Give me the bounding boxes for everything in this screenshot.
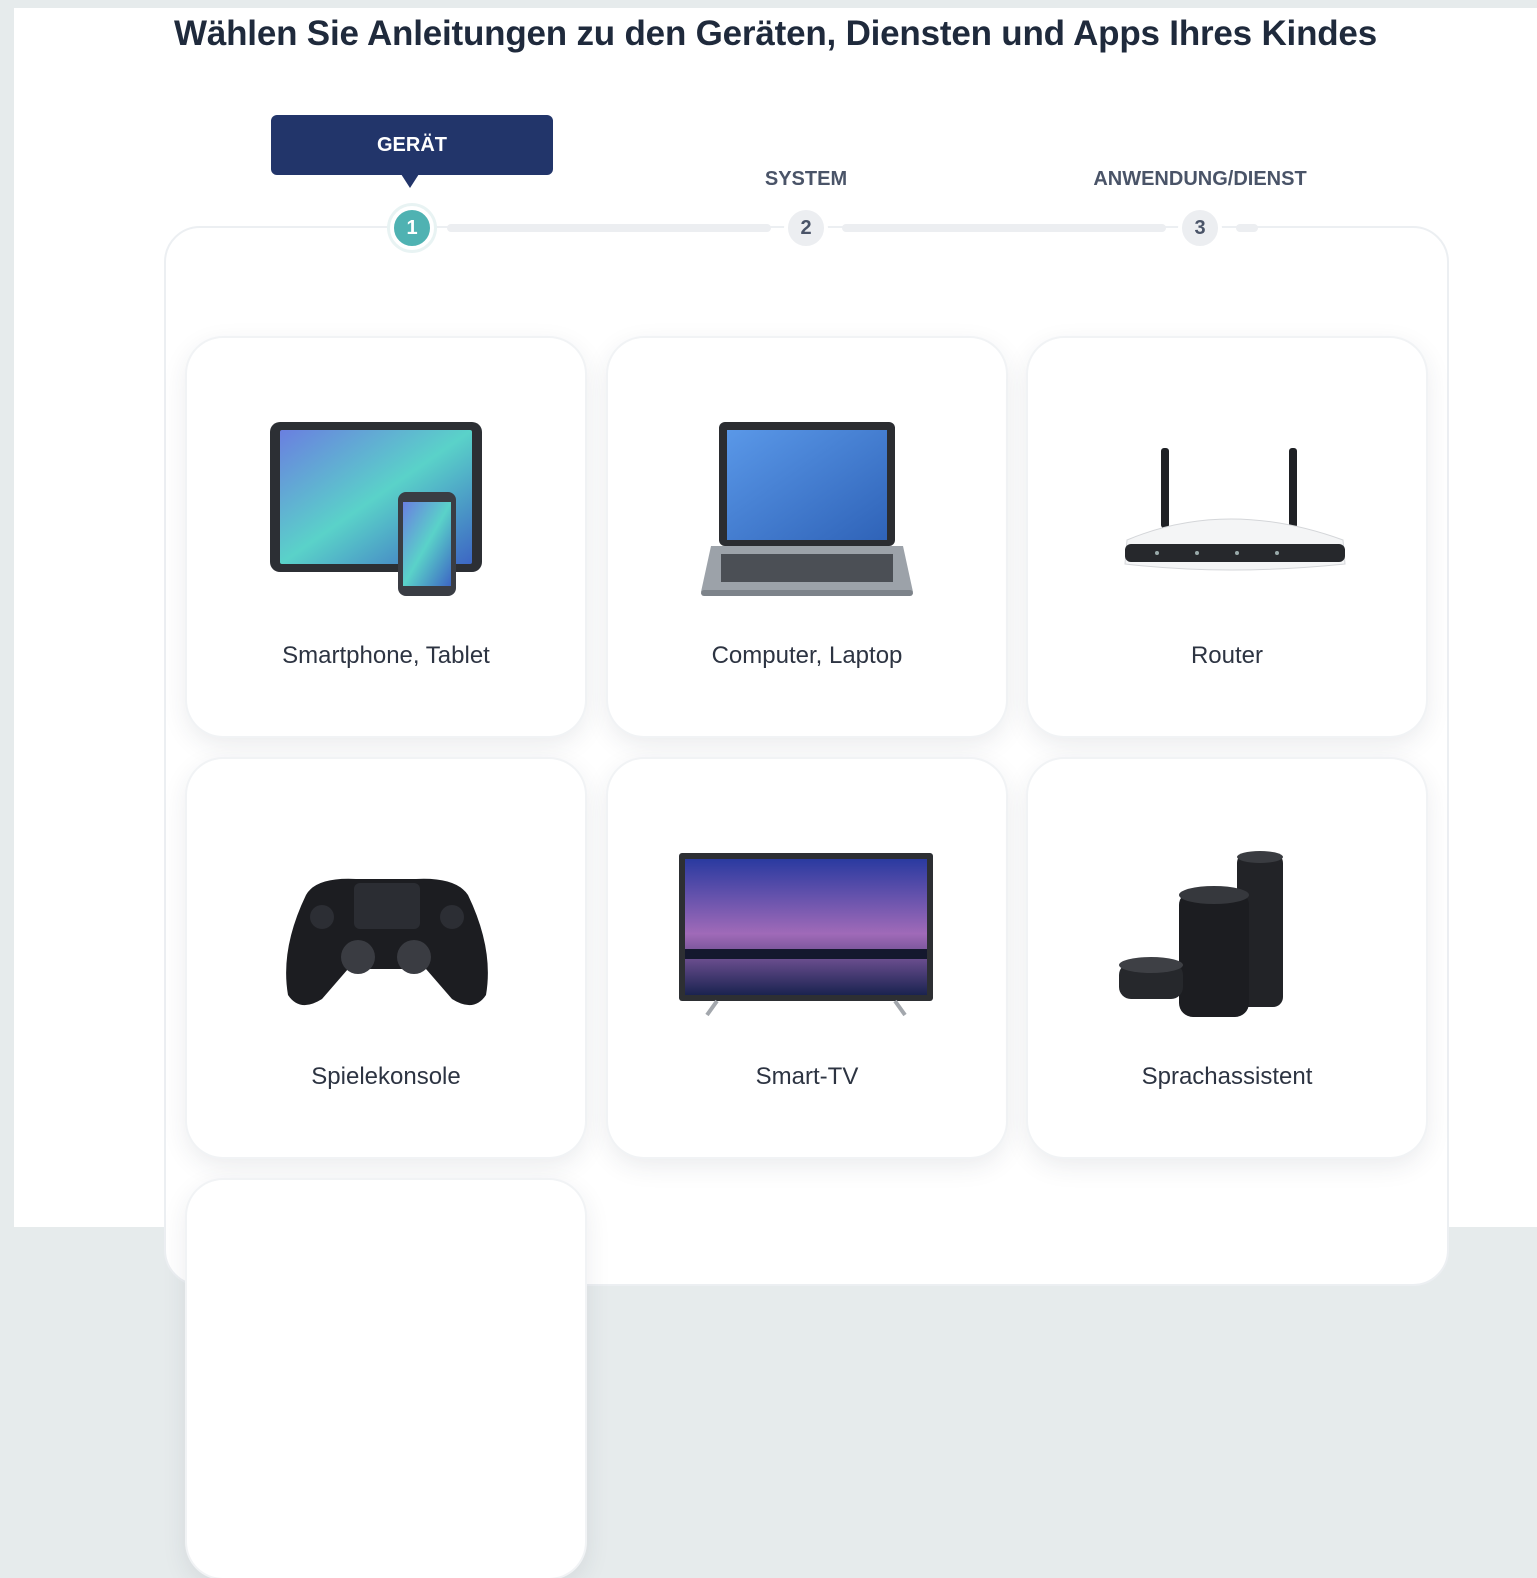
device-card-label: Spielekonsole: [187, 1063, 585, 1091]
device-card-computer-laptop[interactable]: Computer, Laptop: [608, 338, 1006, 736]
active-step-tooltip: GERÄT: [271, 115, 553, 175]
step-2-circle[interactable]: 2: [784, 206, 828, 250]
device-card-label: Computer, Laptop: [608, 642, 1006, 670]
device-card-label: Smartphone, Tablet: [187, 642, 585, 670]
step-label-system[interactable]: SYSTEM: [765, 168, 847, 191]
device-card-label: Sprachassistent: [1028, 1063, 1426, 1091]
laptop-icon: [677, 378, 937, 598]
stepper: GERÄT SYSTEM ANWENDUNG/DIENST 1 2 3: [14, 8, 1537, 208]
step-connector: [1236, 224, 1258, 232]
step-connector: [842, 224, 1166, 232]
device-card-game-console[interactable]: Spielekonsole: [187, 759, 585, 1157]
device-card-smart-tv[interactable]: Smart-TV: [608, 759, 1006, 1157]
step-connector: [447, 224, 771, 232]
tablet-smartphone-icon: [256, 378, 516, 598]
page: Wählen Sie Anleitungen zu den Geräten, D…: [14, 8, 1537, 1227]
device-card-router[interactable]: Router: [1028, 338, 1426, 736]
smart-speaker-icon: [1097, 799, 1357, 1019]
device-card-voice-assistant[interactable]: Sprachassistent: [1028, 759, 1426, 1157]
router-icon: [1097, 378, 1357, 598]
device-card-label: Smart-TV: [608, 1063, 1006, 1091]
gamepad-icon: [256, 799, 516, 1019]
device-card-label: Router: [1028, 642, 1426, 670]
step-label-application[interactable]: ANWENDUNG/DIENST: [1093, 168, 1306, 191]
tv-icon: [677, 799, 937, 1019]
device-card-more[interactable]: [187, 1180, 585, 1578]
step-1-circle[interactable]: 1: [390, 206, 434, 250]
step-3-circle[interactable]: 3: [1178, 206, 1222, 250]
device-card-smartphone-tablet[interactable]: Smartphone, Tablet: [187, 338, 585, 736]
